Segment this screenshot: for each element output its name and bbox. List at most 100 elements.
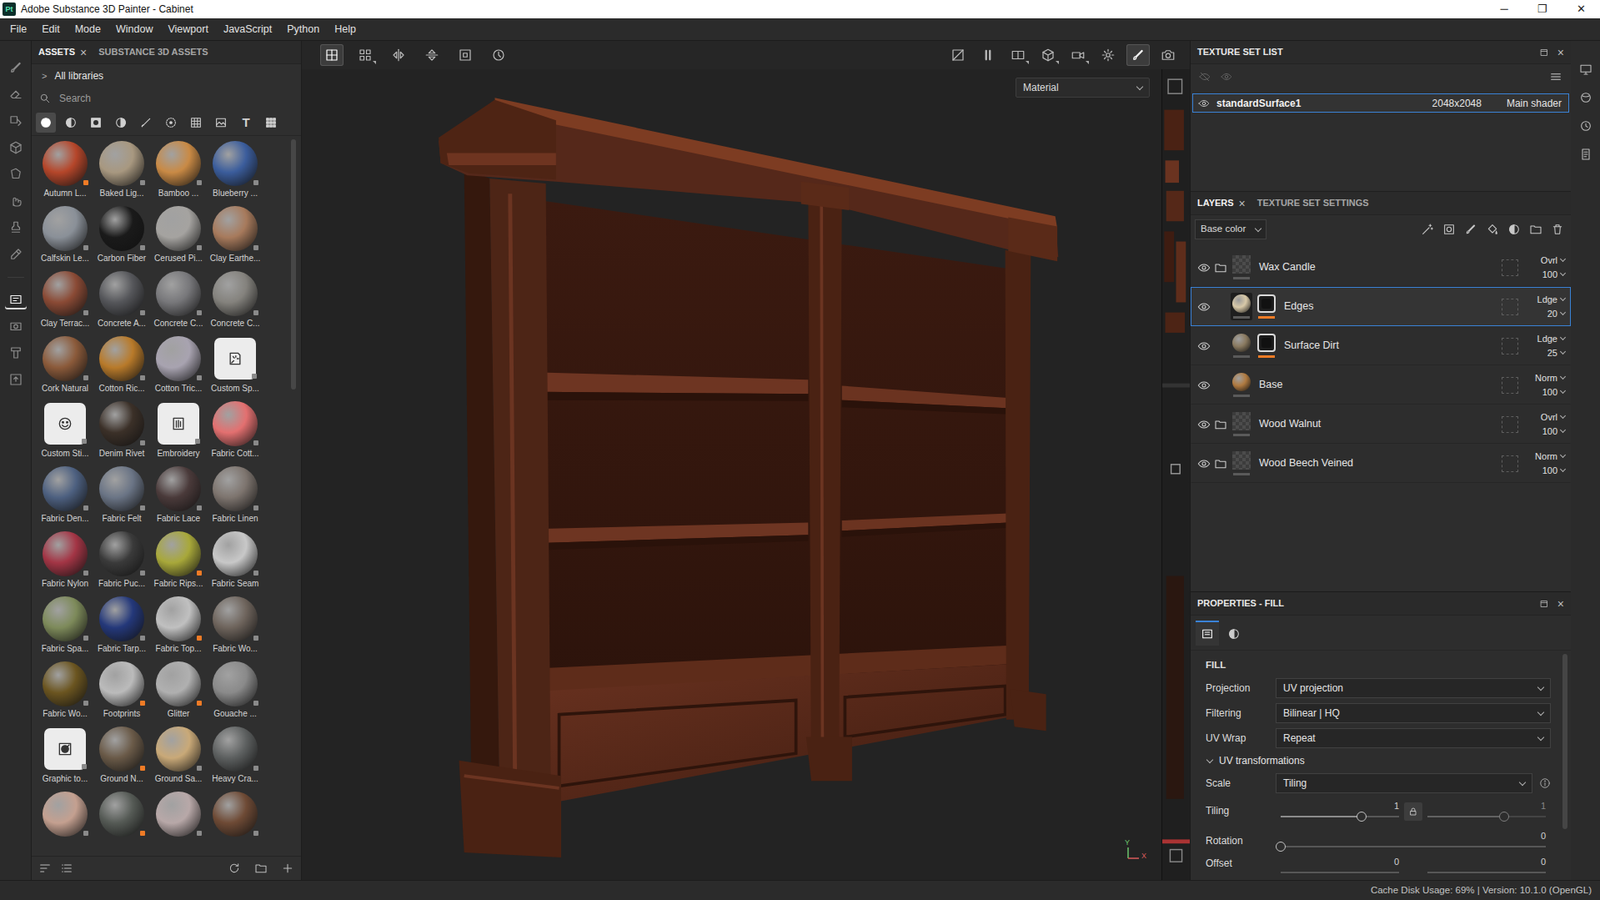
filter-button[interactable] bbox=[60, 112, 81, 133]
paint-icon[interactable] bbox=[1464, 222, 1478, 236]
asset-item[interactable]: Concrete C... bbox=[206, 270, 264, 337]
asset-item[interactable]: Bamboo ... bbox=[150, 140, 207, 206]
filter-button[interactable] bbox=[260, 112, 281, 133]
slider-track[interactable] bbox=[1427, 811, 1546, 822]
layer-thumbnail[interactable] bbox=[1232, 294, 1251, 313]
menu-icon[interactable] bbox=[1549, 70, 1563, 84]
asset-item[interactable]: Gouache ... bbox=[206, 661, 264, 727]
asset-label[interactable]: Calfskin Le... bbox=[40, 253, 90, 264]
asset-label[interactable]: Fabric Lace bbox=[156, 513, 201, 524]
channel-select[interactable]: Base color bbox=[1194, 219, 1267, 240]
layer-thumbnail[interactable] bbox=[1232, 333, 1251, 352]
close-panel-button[interactable]: × bbox=[1557, 46, 1565, 59]
blend-mode-label[interactable]: Ovrl bbox=[1540, 411, 1558, 423]
visibility-eye-icon[interactable] bbox=[1198, 97, 1210, 110]
blend-mode-select[interactable]: Norm bbox=[1526, 451, 1565, 462]
material-ball[interactable] bbox=[155, 140, 201, 186]
asset-item[interactable]: Fabric Top... bbox=[150, 596, 207, 662]
slider-value[interactable]: 1 bbox=[1280, 799, 1400, 812]
asset-label[interactable]: Cotton Ric... bbox=[98, 383, 145, 394]
float-icon[interactable] bbox=[1539, 598, 1550, 609]
asset-label[interactable]: Graphic to... bbox=[42, 773, 88, 784]
float-icon[interactable] bbox=[1539, 47, 1550, 58]
asset-label[interactable]: Heavy Cra... bbox=[211, 773, 259, 784]
scrollbar-thumb[interactable] bbox=[290, 139, 296, 390]
asset-item[interactable]: Fabric Den... bbox=[36, 466, 94, 532]
search-input[interactable] bbox=[57, 90, 301, 107]
asset-item[interactable]: Autumn L... bbox=[36, 140, 94, 206]
library-label[interactable]: All libraries bbox=[54, 68, 104, 84]
layer-row[interactable]: Wax CandleOvrl100 bbox=[1190, 247, 1571, 287]
blend-mode-select[interactable]: Ldge bbox=[1526, 333, 1565, 345]
opacity-select[interactable]: 100 bbox=[1526, 426, 1565, 437]
visibility-eye-icon[interactable] bbox=[1197, 456, 1211, 471]
mask-thumbnail[interactable] bbox=[1257, 333, 1276, 352]
viewport-tool-button[interactable] bbox=[1096, 44, 1120, 66]
material-ball[interactable] bbox=[212, 466, 258, 512]
asset-item[interactable]: Calfskin Le... bbox=[36, 205, 94, 271]
blend-mode-label[interactable]: Norm bbox=[1534, 372, 1558, 384]
opacity-select[interactable]: 100 bbox=[1526, 465, 1565, 477]
viewport-tool-button[interactable] bbox=[320, 44, 344, 66]
layer-name[interactable]: Wood Walnut bbox=[1258, 416, 1502, 432]
asset-label[interactable]: Concrete A... bbox=[97, 318, 146, 329]
asset-item[interactable]: Fabric Nylon bbox=[36, 531, 94, 597]
asset-item[interactable]: Concrete A... bbox=[93, 270, 151, 337]
side-panel-button[interactable] bbox=[1575, 115, 1596, 136]
layer-options-box[interactable] bbox=[1501, 259, 1519, 276]
layer-thumbnail[interactable] bbox=[1232, 372, 1251, 392]
panel-tab[interactable]: ASSETS× bbox=[38, 40, 87, 64]
material-ball[interactable] bbox=[99, 140, 145, 186]
tab-label[interactable]: TEXTURE SET SETTINGS bbox=[1257, 195, 1370, 211]
layer-row[interactable]: Surface DirtLdge25 bbox=[1190, 326, 1571, 366]
asset-item[interactable]: Cotton Tric... bbox=[150, 336, 207, 402]
asset-label[interactable]: Fabric Rips... bbox=[154, 578, 204, 589]
asset-item[interactable]: Fabric Wo... bbox=[36, 661, 94, 727]
asset-item[interactable]: Glitter bbox=[150, 661, 207, 727]
layer-thumbnail-group[interactable] bbox=[1230, 253, 1253, 281]
viewport-tool-button[interactable] bbox=[1006, 44, 1030, 66]
asset-label[interactable]: Cerused Pi... bbox=[154, 253, 203, 264]
layer-name[interactable]: Wax Candle bbox=[1258, 259, 1502, 276]
property-select[interactable]: UV projection bbox=[1275, 677, 1551, 698]
slider-handle[interactable] bbox=[1356, 811, 1367, 822]
asset-item[interactable]: Clay Terrac... bbox=[36, 270, 94, 337]
dropdown-arrow-icon[interactable] bbox=[1055, 60, 1059, 65]
close-tab-button[interactable]: × bbox=[80, 46, 87, 59]
asset-item[interactable]: Fabric Spa... bbox=[36, 596, 94, 662]
asset-label[interactable]: Cotton Tric... bbox=[155, 383, 203, 394]
group-label[interactable]: UV transformations bbox=[1218, 752, 1305, 768]
properties-tab[interactable] bbox=[1195, 620, 1219, 646]
slider-value[interactable]: 0 bbox=[1280, 829, 1546, 842]
properties-scrollbar[interactable] bbox=[1562, 653, 1568, 880]
asset-item[interactable]: Fabric Linen bbox=[206, 466, 264, 532]
fonts-filter-icon[interactable]: T bbox=[241, 115, 250, 129]
tab-label[interactable]: LAYERS bbox=[1197, 195, 1234, 211]
trash-icon[interactable] bbox=[1550, 222, 1565, 236]
asset-item[interactable]: Concrete C... bbox=[150, 270, 207, 337]
asset-item[interactable]: Blueberry ... bbox=[206, 140, 264, 206]
asset-item[interactable]: Heavy Cra... bbox=[206, 726, 264, 792]
material-ball[interactable] bbox=[99, 726, 145, 772]
close-panel-button[interactable]: × bbox=[1557, 597, 1565, 610]
mask-thumbnail[interactable] bbox=[1257, 294, 1276, 313]
layer-thumbnail-group[interactable] bbox=[1230, 371, 1253, 399]
hide-all-icon[interactable] bbox=[1198, 70, 1211, 83]
layer-options-box[interactable] bbox=[1501, 376, 1519, 394]
visibility-eye-icon[interactable] bbox=[1197, 378, 1211, 392]
close-tab-button[interactable]: × bbox=[1238, 197, 1246, 210]
asset-label[interactable]: Fabric Cott... bbox=[210, 448, 259, 459]
slider-track[interactable] bbox=[1427, 867, 1546, 878]
visibility-eye-icon[interactable] bbox=[1197, 339, 1211, 353]
layer-thumbnail[interactable] bbox=[1232, 451, 1251, 470]
close-button[interactable]: ✕ bbox=[1561, 0, 1600, 19]
offset-slider[interactable]: 0 bbox=[1422, 855, 1551, 878]
mask-thumbnail-group[interactable] bbox=[1255, 292, 1278, 321]
asset-label[interactable]: Clay Earthe... bbox=[210, 253, 261, 264]
material-ball[interactable] bbox=[99, 791, 145, 837]
asset-item[interactable]: Fabric Puc... bbox=[93, 531, 151, 597]
asset-label[interactable]: Fabric Wo... bbox=[212, 643, 258, 654]
group-toggle[interactable]: UV transformations bbox=[1205, 750, 1305, 771]
texture-set-row[interactable]: standardSurface12048x2048Main shader bbox=[1192, 93, 1570, 113]
property-select[interactable]: Tiling bbox=[1275, 772, 1533, 793]
